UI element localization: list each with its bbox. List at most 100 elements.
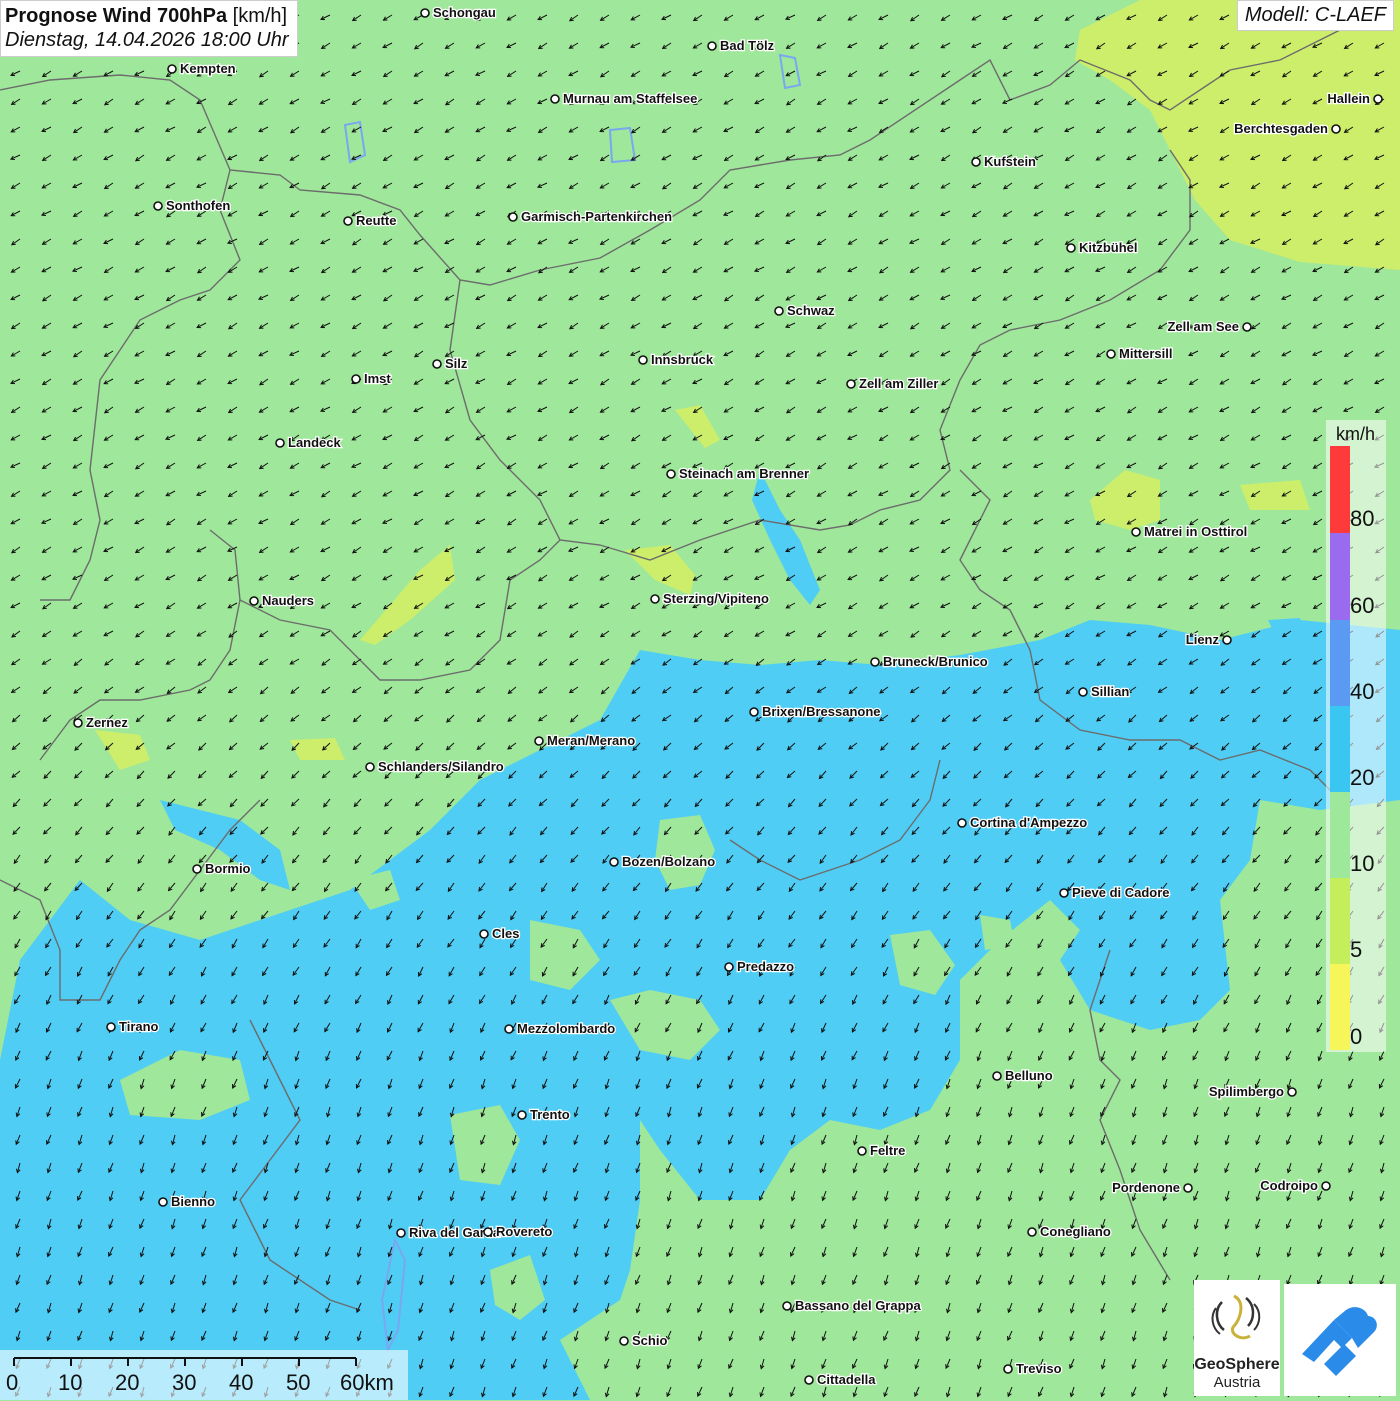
city-marker-icon[interactable] <box>153 201 163 211</box>
city-marker-icon[interactable] <box>432 359 442 369</box>
city-label: Nauders <box>262 593 314 608</box>
city-label: Landeck <box>288 435 342 450</box>
city-marker-icon[interactable] <box>508 212 518 222</box>
wind-map[interactable]: SchongauBad TölzKemptenMurnau am Staffel… <box>0 0 1400 1400</box>
city-marker-icon[interactable] <box>396 1228 406 1238</box>
city-marker-icon[interactable] <box>1321 1181 1331 1191</box>
city-marker-icon[interactable] <box>1131 527 1141 537</box>
city-marker-icon[interactable] <box>724 962 734 972</box>
city-label: Lienz <box>1186 632 1220 647</box>
city-label: Bormio <box>205 861 251 876</box>
city-marker-icon[interactable] <box>351 374 361 384</box>
city-marker-icon[interactable] <box>782 1301 792 1311</box>
legend-swatch-60 <box>1330 533 1350 620</box>
city-marker-icon[interactable] <box>106 1022 116 1032</box>
city-label: Bozen/Bolzano <box>622 854 715 869</box>
city-label: Brixen/Bressanone <box>762 704 881 719</box>
city-label: Innsbruck <box>651 352 714 367</box>
city-marker-icon[interactable] <box>158 1197 168 1207</box>
city-marker-icon[interactable] <box>343 216 353 226</box>
city-marker-icon[interactable] <box>365 762 375 772</box>
city-marker-icon[interactable] <box>971 157 981 167</box>
legend-swatch-20 <box>1330 706 1350 792</box>
city-label: Steinach am Brenner <box>679 466 809 481</box>
city-marker-icon[interactable] <box>1059 888 1069 898</box>
legend-swatch-5 <box>1330 878 1350 964</box>
city-marker-icon[interactable] <box>167 64 177 74</box>
city-marker-icon[interactable] <box>1078 687 1088 697</box>
city-marker-icon[interactable] <box>1222 635 1232 645</box>
city-label: Kitzbühel <box>1079 240 1138 255</box>
legend-label-0: 0 <box>1350 1024 1363 1049</box>
city-marker-icon[interactable] <box>992 1071 1002 1081</box>
city-marker-icon[interactable] <box>73 718 83 728</box>
city-label: Pordenone <box>1112 1180 1180 1195</box>
city-marker-icon[interactable] <box>275 438 285 448</box>
city-marker-icon[interactable] <box>638 355 648 365</box>
weather-app-logo[interactable] <box>1284 1284 1396 1396</box>
city-marker-icon[interactable] <box>857 1146 867 1156</box>
title-bold: Prognose Wind 700hPa <box>5 5 228 27</box>
title-unit: [km/h] <box>232 5 288 27</box>
city-label: Conegliano <box>1040 1224 1111 1239</box>
city-marker-icon[interactable] <box>192 864 202 874</box>
legend-swatch-80 <box>1330 446 1350 533</box>
city-marker-icon[interactable] <box>479 929 489 939</box>
city-marker-icon[interactable] <box>1183 1183 1193 1193</box>
city-marker-icon[interactable] <box>249 596 259 606</box>
geosphere-logo[interactable]: GeoSphere Austria <box>1194 1280 1280 1396</box>
city-label: Sillian <box>1091 684 1129 699</box>
scale-tick-label: 60km <box>340 1370 394 1395</box>
legend-label-20: 20 <box>1350 765 1375 790</box>
city-label: Kempten <box>180 61 236 76</box>
city-marker-icon[interactable] <box>1003 1364 1013 1374</box>
city-marker-icon[interactable] <box>609 857 619 867</box>
city-marker-icon[interactable] <box>504 1024 514 1034</box>
city-marker-icon[interactable] <box>870 657 880 667</box>
city-marker-icon[interactable] <box>707 41 717 51</box>
city-marker-icon[interactable] <box>846 379 856 389</box>
city-marker-icon[interactable] <box>534 736 544 746</box>
city-label: Bienno <box>171 1194 215 1209</box>
city-label: Zell am Ziller <box>859 376 938 391</box>
city-marker-icon[interactable] <box>1287 1087 1297 1097</box>
wind-field-10-20-hole <box>980 915 1015 950</box>
legend-unit: km/h <box>1336 424 1376 444</box>
city-label: Murnau am Staffelsee <box>563 91 697 106</box>
city-label: Mittersill <box>1119 346 1172 361</box>
city-marker-icon[interactable] <box>774 306 784 316</box>
city-marker-icon[interactable] <box>420 8 430 18</box>
city-marker-icon[interactable] <box>517 1110 527 1120</box>
geosphere-country: Austria <box>1213 1374 1261 1391</box>
geosphere-emblem-icon <box>1211 1294 1261 1340</box>
scale-tick-label: 50 <box>286 1370 311 1395</box>
city-marker-icon[interactable] <box>1027 1227 1037 1237</box>
city-label: Cittadella <box>817 1372 876 1387</box>
city-label: Rovereto <box>496 1224 552 1239</box>
title-box: Prognose Wind 700hPa [km/h] Dienstag, 14… <box>0 0 298 57</box>
city-marker-icon[interactable] <box>804 1375 814 1385</box>
city-marker-icon[interactable] <box>666 469 676 479</box>
city-marker-icon[interactable] <box>957 818 967 828</box>
legend-label-10: 10 <box>1350 851 1375 876</box>
scale-tick-label: 30 <box>172 1370 197 1395</box>
city-marker-icon[interactable] <box>1066 243 1076 253</box>
title: Prognose Wind 700hPa [km/h] <box>5 4 289 28</box>
city-label: Reutte <box>356 213 396 228</box>
city-marker-icon[interactable] <box>1331 124 1341 134</box>
city-marker-icon[interactable] <box>550 94 560 104</box>
city-label: Silz <box>445 356 468 371</box>
city-marker-icon[interactable] <box>1106 349 1116 359</box>
city-label: Cortina d'Ampezzo <box>970 815 1087 830</box>
city-label: Treviso <box>1016 1361 1062 1376</box>
legend-swatch-40 <box>1330 620 1350 706</box>
city-marker-icon[interactable] <box>650 594 660 604</box>
city-label: Bassano del Grappa <box>795 1298 921 1313</box>
city-marker-icon[interactable] <box>483 1227 493 1237</box>
city-marker-icon[interactable] <box>749 707 759 717</box>
city-marker-icon[interactable] <box>619 1336 629 1346</box>
city-marker-icon[interactable] <box>1373 94 1383 104</box>
city-marker-icon[interactable] <box>1242 322 1252 332</box>
city-label: Sonthofen <box>166 198 230 213</box>
wind-field-5-10-patch <box>1240 480 1310 510</box>
